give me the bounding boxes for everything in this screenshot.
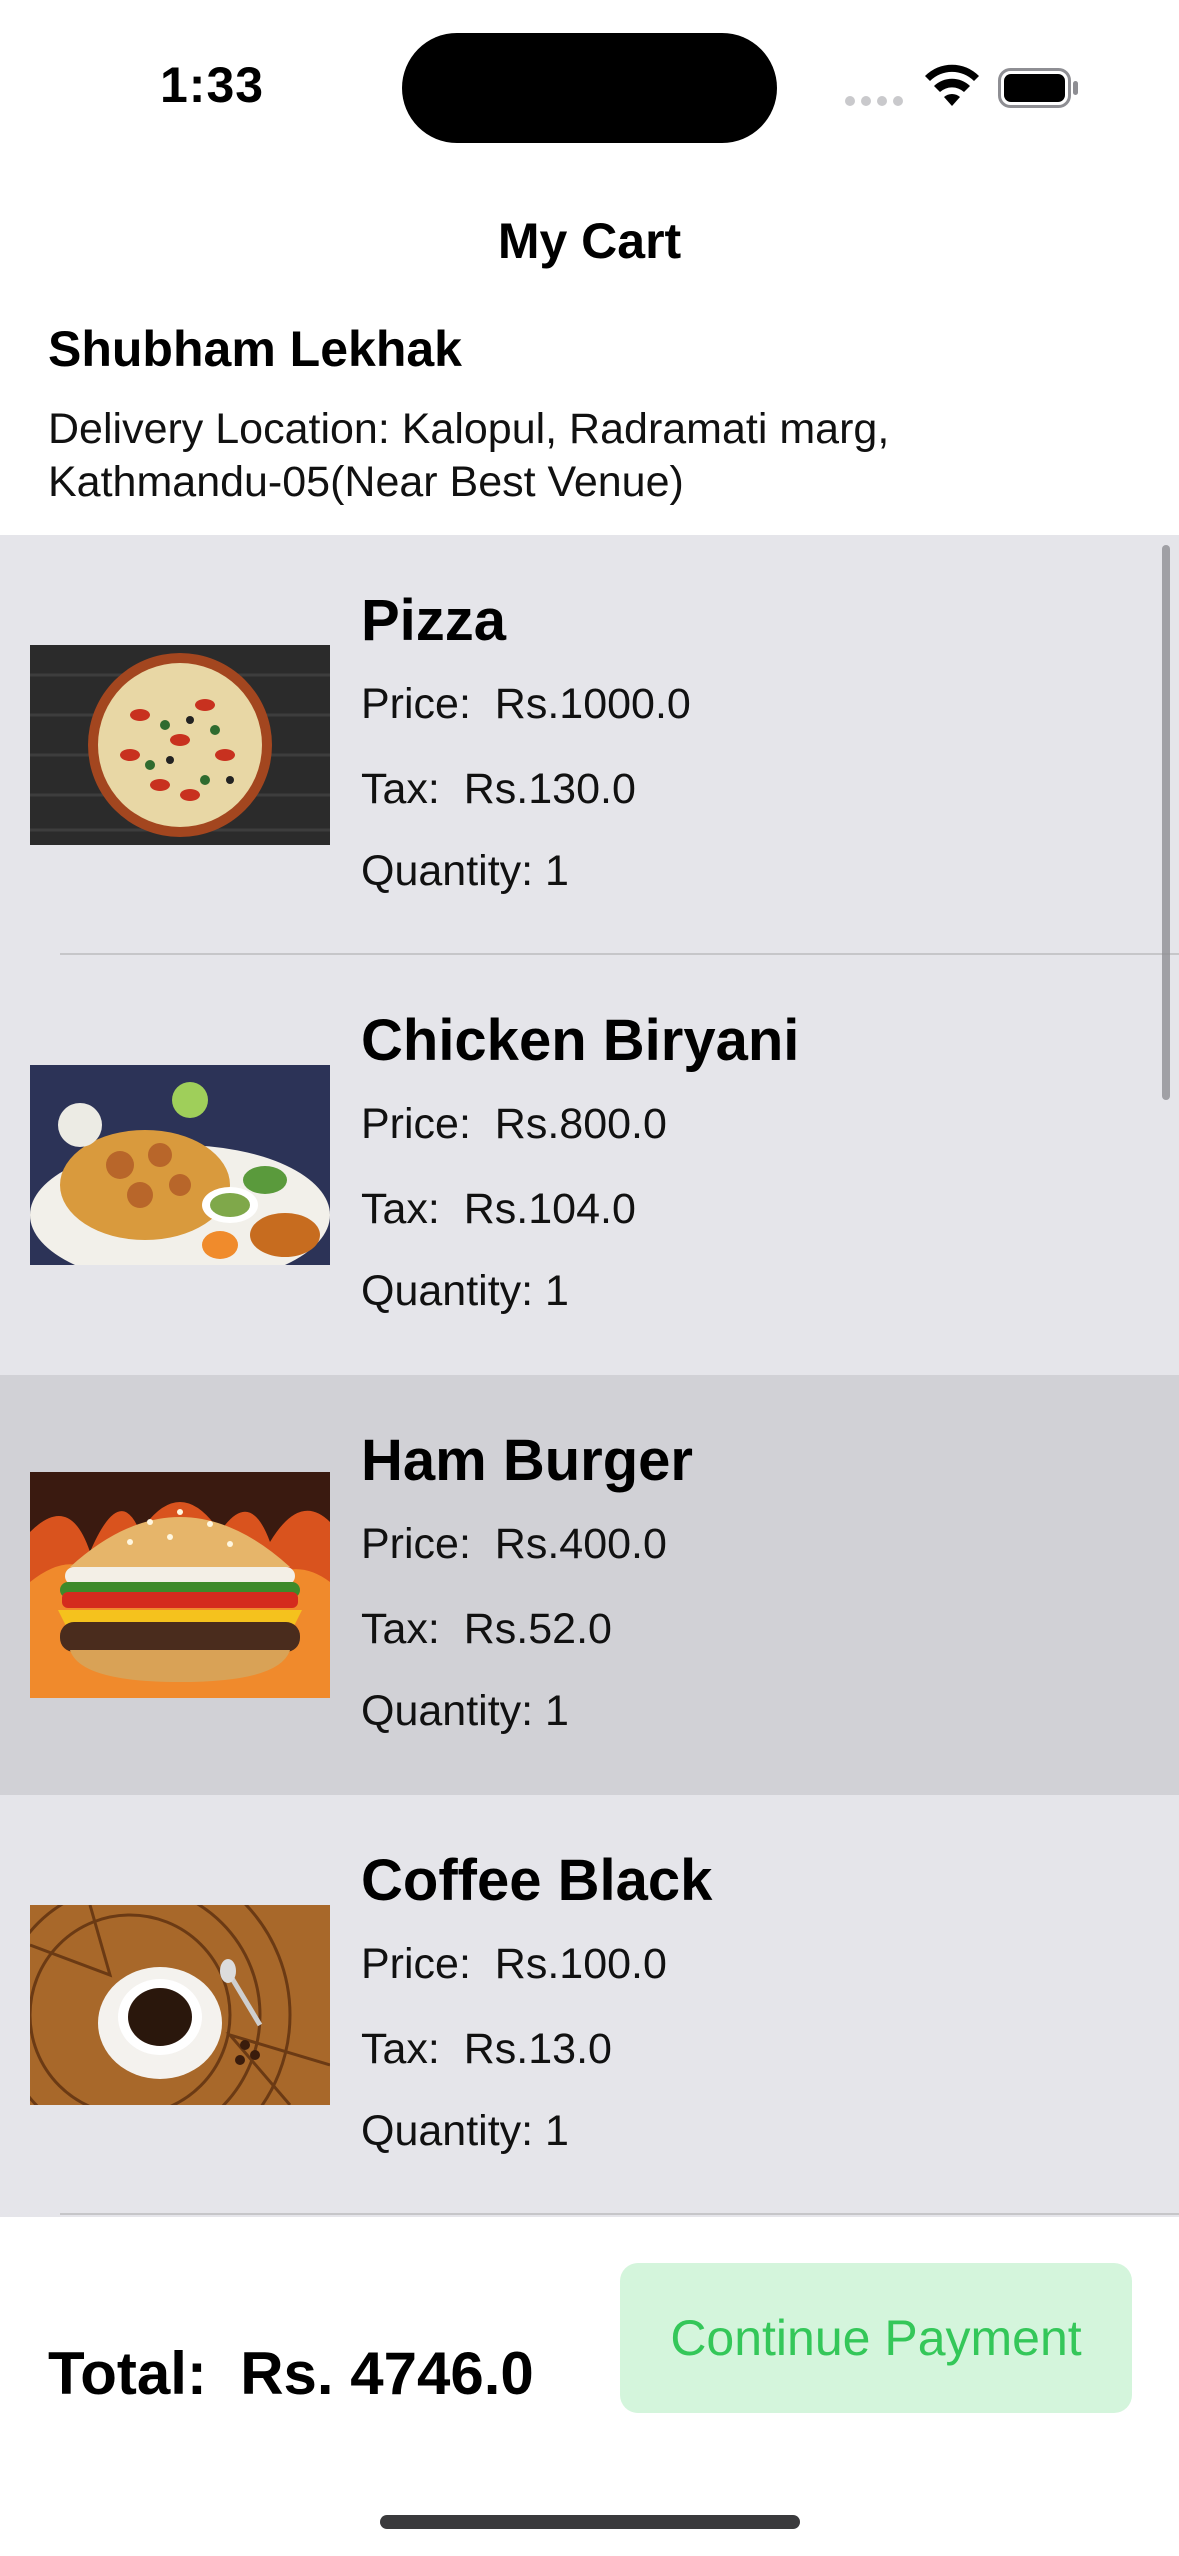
- checkout-footer: Total: Rs. 4746.0 Continue Payment: [0, 2217, 1179, 2556]
- page-title: My Cart: [497, 213, 682, 269]
- continue-payment-button[interactable]: Continue Payment: [620, 2263, 1132, 2413]
- customer-name: Shubham Lekhak: [48, 321, 462, 377]
- biryani-image: [30, 1065, 330, 1265]
- cart-item-pizza[interactable]: Pizza Price: Rs.1000.0 Tax: Rs.130.0 Qua…: [0, 535, 1179, 955]
- scrollbar[interactable]: [1162, 545, 1170, 1100]
- burger-image: [30, 1472, 330, 1698]
- item-name: Coffee Black: [361, 1848, 713, 1913]
- item-tax: Tax: Rs.52.0: [361, 1605, 612, 1653]
- item-quantity: Quantity: 1: [361, 1267, 569, 1315]
- item-name: Chicken Biryani: [361, 1008, 800, 1073]
- item-quantity: Quantity: 1: [361, 2107, 569, 2155]
- status-time: 1:33: [160, 57, 265, 113]
- item-quantity: Quantity: 1: [361, 847, 569, 895]
- wifi-icon: [925, 64, 979, 106]
- row-separator: [60, 2213, 1179, 2215]
- cart-item-chicken-biryani[interactable]: Chicken Biryani Price: Rs.800.0 Tax: Rs.…: [0, 955, 1179, 1375]
- item-name: Pizza: [361, 588, 507, 653]
- battery-icon: [998, 68, 1078, 108]
- status-bar: 1:33: [0, 0, 1179, 160]
- item-price: Price: Rs.800.0: [361, 1100, 667, 1148]
- item-tax: Tax: Rs.104.0: [361, 1185, 636, 1233]
- item-price: Price: Rs.100.0: [361, 1940, 667, 1988]
- coffee-image: [30, 1905, 330, 2105]
- cellular-signal-icon: [845, 96, 905, 106]
- item-price: Price: Rs.400.0: [361, 1520, 667, 1568]
- item-quantity: Quantity: 1: [361, 1687, 569, 1735]
- item-name: Ham Burger: [361, 1428, 693, 1493]
- cart-item-ham-burger[interactable]: Ham Burger Price: Rs.400.0 Tax: Rs.52.0 …: [0, 1375, 1179, 1795]
- total-amount: Total: Rs. 4746.0: [48, 2340, 534, 2407]
- cart-list[interactable]: Pizza Price: Rs.1000.0 Tax: Rs.130.0 Qua…: [0, 535, 1179, 2217]
- cart-item-coffee-black[interactable]: Coffee Black Price: Rs.100.0 Tax: Rs.13.…: [0, 1795, 1179, 2215]
- item-tax: Tax: Rs.130.0: [361, 765, 636, 813]
- pizza-image: [30, 645, 330, 845]
- home-indicator[interactable]: [380, 2515, 800, 2529]
- item-price: Price: Rs.1000.0: [361, 680, 691, 728]
- delivery-location: Delivery Location: Kalopul, Radramati ma…: [48, 405, 890, 506]
- item-tax: Tax: Rs.13.0: [361, 2025, 612, 2073]
- dynamic-island: [402, 33, 777, 143]
